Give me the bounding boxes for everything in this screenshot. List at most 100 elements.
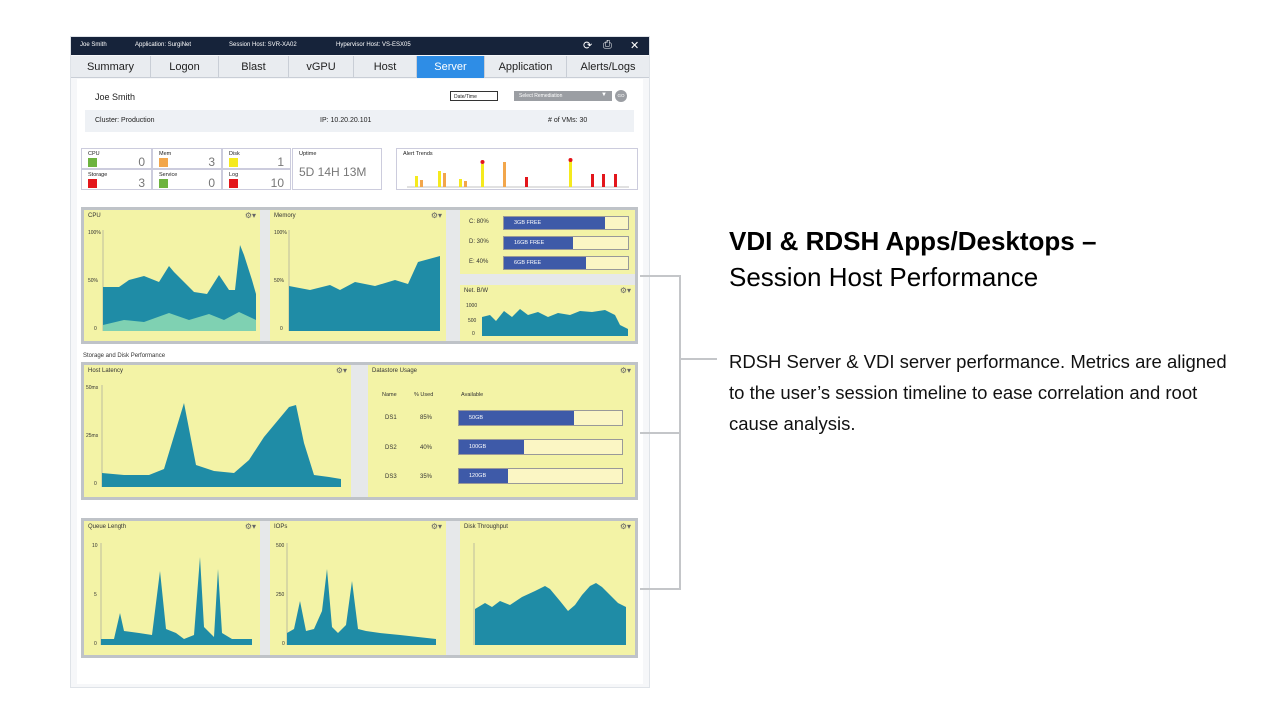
stat-label: Storage (88, 172, 108, 178)
stat-label: Service (159, 172, 178, 178)
ds-used: 40% (420, 445, 433, 451)
application-label: Application: SurgiNet (135, 42, 192, 48)
remediation-select[interactable]: Select Remediation ▼ (514, 91, 612, 101)
go-button[interactable]: GO (615, 90, 627, 102)
disk-throughput-widget[interactable]: Disk Throughput ⚙▾ (460, 521, 635, 655)
uptime-label: Uptime (299, 151, 317, 157)
drive-e-bar: 6GB FREE (503, 256, 629, 270)
iops-area-chart (286, 543, 436, 645)
connector-line (681, 358, 717, 360)
slide-title: VDI & RDSH Apps/Desktops – (729, 226, 1097, 256)
stat-cpu[interactable]: CPU 0 (81, 148, 152, 169)
ds-avail-text: 50GB (469, 415, 484, 421)
stat-label: CPU (88, 151, 100, 157)
ds-name: DS2 (385, 445, 397, 451)
stat-log[interactable]: Log 10 (222, 169, 291, 190)
storage-section-label: Storage and Disk Performance (83, 353, 166, 359)
column-header: Available (461, 392, 484, 398)
status-swatch (159, 179, 168, 188)
stat-storage[interactable]: Storage 3 (81, 169, 152, 190)
drive-label: C: 80% (469, 219, 489, 225)
ds-used: 85% (420, 415, 433, 421)
disk-throughput-area-chart (473, 543, 626, 645)
status-swatch (229, 179, 238, 188)
hypervisor-host-label: Hypervisor Host: VS-ESX05 (336, 42, 411, 48)
tab-alerts-logs[interactable]: Alerts/Logs (567, 56, 649, 78)
tab-logon[interactable]: Logon (151, 56, 219, 78)
uptime-value: 5D 14H 13M (299, 165, 367, 179)
tab-server[interactable]: Server (417, 56, 485, 78)
stat-value: 1 (277, 155, 284, 169)
stat-disk[interactable]: Disk 1 (222, 148, 291, 169)
stat-label: Mem (159, 151, 172, 157)
stat-value: 0 (208, 176, 215, 190)
drive-free-text: 3GB FREE (514, 220, 542, 226)
datastore-usage-widget[interactable]: Datastore Usage ⚙▾ Name % Used Available… (368, 365, 635, 497)
slide-subtitle: Session Host Performance (729, 262, 1039, 292)
iops-widget[interactable]: IOPs ⚙▾ 500 250 0 (270, 521, 446, 655)
status-swatch (159, 158, 168, 167)
ds-used: 35% (420, 474, 433, 480)
vm-count-label: # of VMs: 30 (548, 117, 588, 124)
tab-host[interactable]: Host (354, 56, 417, 78)
ds-avail-text: 120GB (469, 473, 487, 479)
status-swatch (88, 179, 97, 188)
queue-length-widget[interactable]: Queue Length ⚙▾ 10 5 0 (84, 521, 260, 655)
close-icon[interactable]: ✕ (630, 39, 639, 52)
connector-line (640, 275, 681, 277)
gear-icon[interactable]: ⚙▾ (620, 366, 631, 375)
ds-avail-bar: 100GB (458, 439, 623, 455)
ds-name: DS3 (385, 474, 397, 480)
refresh-icon[interactable]: ⟳ (583, 39, 592, 52)
stat-label: Log (229, 172, 239, 178)
print-icon[interactable]: ⎙ (603, 39, 612, 52)
connector-line (640, 432, 681, 434)
cpu-area-chart (102, 230, 256, 331)
ds-avail-bar: 120GB (458, 468, 623, 484)
connector-line (640, 588, 681, 590)
cpu-widget[interactable]: CPU ⚙▾ 100% 50% 0 (84, 210, 260, 341)
drive-label: E: 40% (469, 259, 489, 265)
drive-free-text: 6GB FREE (514, 260, 542, 266)
uptime-card: Uptime 5D 14H 13M (292, 148, 382, 190)
memory-widget[interactable]: Memory ⚙▾ 100% 50% 0 (270, 210, 446, 341)
tab-application[interactable]: Application (485, 56, 567, 78)
stat-service[interactable]: Service 0 (152, 169, 222, 190)
monitor-window: Joe Smith Application: SurgiNet Session … (71, 37, 649, 687)
session-host-label: Session Host: SVR-XA02 (229, 42, 297, 48)
date-time-input[interactable]: Date/Time (450, 91, 498, 101)
ip-label: IP: 10.20.20.101 (320, 117, 372, 124)
alert-trends-card[interactable]: Alert Trends (396, 148, 638, 190)
connector-line (679, 275, 681, 590)
host-latency-widget[interactable]: Host Latency ⚙▾ 50ms 25ms 0 (84, 365, 351, 497)
user-label: Joe Smith (80, 42, 107, 48)
chevron-down-icon: ▼ (601, 92, 607, 98)
widget-title: Datastore Usage (372, 368, 418, 374)
tab-summary[interactable]: Summary (71, 56, 151, 78)
tab-vgpu[interactable]: vGPU (289, 56, 354, 78)
title-bar: Joe Smith Application: SurgiNet Session … (71, 37, 649, 55)
slide-body: RDSH Server & VDI server performance. Me… (729, 351, 1227, 434)
net-bw-widget[interactable]: Net. B/W ⚙▾ 1000 500 0 (460, 285, 635, 341)
stat-value: 10 (270, 176, 284, 190)
drive-free-text: 16GB FREE (514, 240, 545, 246)
net-bw-area-chart (482, 309, 628, 336)
ds-avail-bar: 50GB (458, 410, 623, 426)
stat-value: 3 (138, 176, 145, 190)
host-info-strip: Cluster: Production IP: 10.20.20.101 # o… (85, 110, 634, 132)
stat-label: Disk (229, 151, 240, 157)
queue-length-area-chart (100, 543, 252, 645)
host-latency-area-chart (101, 385, 341, 487)
ds-name: DS1 (385, 415, 397, 421)
tab-blast[interactable]: Blast (219, 56, 289, 78)
column-header: % Used (414, 392, 434, 398)
drive-d-bar: 16GB FREE (503, 236, 629, 250)
stat-value: 3 (208, 155, 215, 169)
drive-usage-widget[interactable]: C: 80% 3GB FREE D: 30% 16GB FREE E: 40% … (460, 210, 635, 274)
drive-label: D: 30% (469, 239, 489, 245)
cluster-label: Cluster: Production (95, 117, 155, 124)
remediation-select-label: Select Remediation (519, 93, 563, 99)
stat-mem[interactable]: Mem 3 (152, 148, 222, 169)
ds-avail-text: 100GB (469, 444, 487, 450)
header-user-name: Joe Smith (95, 92, 136, 102)
